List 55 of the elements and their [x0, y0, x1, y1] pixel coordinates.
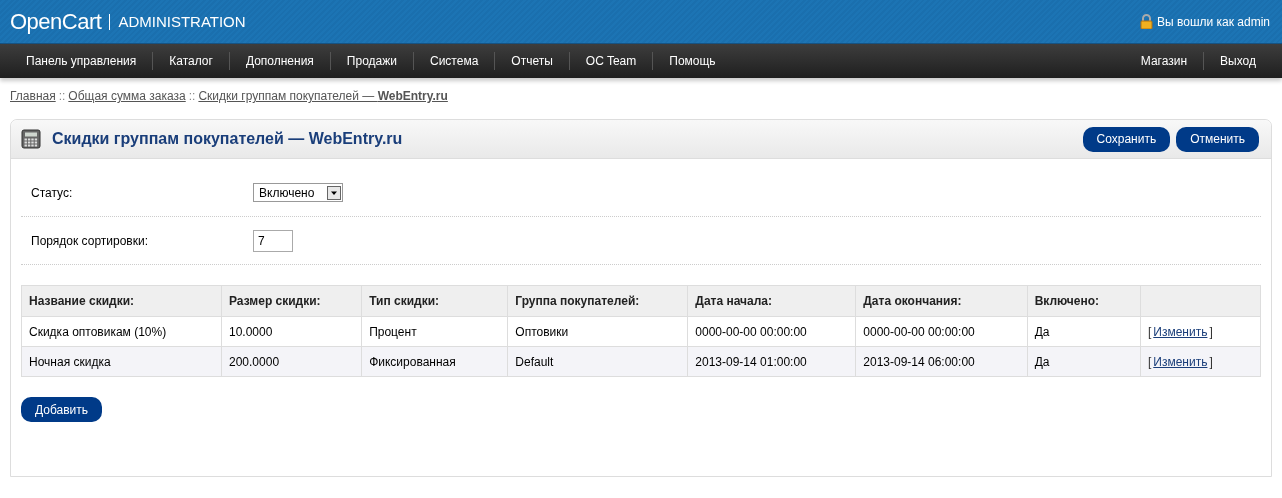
bracket: ]	[1209, 324, 1213, 339]
panel-title: Скидки группам покупателей — WebEntry.ru	[52, 130, 403, 148]
field-label: Порядок сортировки:	[31, 233, 150, 248]
logged-in-user: Вы вошли как admin	[1157, 14, 1270, 29]
table-cell: Оптовики	[507, 316, 688, 347]
column-header: Включено:	[1027, 285, 1141, 317]
column-header: Название скидки:	[21, 285, 222, 317]
edit-link[interactable]: Изменить	[1153, 324, 1208, 339]
column-header: Дата окончания:	[855, 285, 1028, 317]
save-button[interactable]: Сохранить	[1082, 126, 1171, 152]
field-label: Статус:	[31, 185, 74, 200]
menu-item[interactable]: Продажи	[329, 52, 413, 70]
menu-item[interactable]: Отчеты	[494, 52, 569, 70]
table-cell: Да	[1027, 316, 1141, 347]
padlock-icon	[1140, 14, 1153, 29]
menu-item[interactable]: Панель управления	[10, 52, 153, 70]
breadcrumb-separator: ::	[58, 89, 66, 105]
table-cell: 0000-00-00 00:00:00	[687, 316, 856, 347]
table-cell: Скидка оптовикам (10%)	[21, 316, 222, 347]
column-header: Группа покупателей:	[507, 285, 688, 317]
bracket: [	[1147, 354, 1152, 369]
column-header: Тип скидки:	[361, 285, 508, 317]
table-cell: Да	[1027, 346, 1141, 377]
sort-order-field[interactable]: 7	[253, 229, 293, 252]
table-cell: Ночная скидка	[21, 346, 222, 377]
table-cell: 0000-00-00 00:00:00	[855, 316, 1028, 347]
menu-item[interactable]: Выход	[1203, 52, 1272, 70]
menu-item[interactable]: Помощь	[652, 52, 732, 70]
bracket: ]	[1209, 354, 1213, 369]
status-select[interactable]: Включено	[253, 183, 343, 202]
breadcrumb-link[interactable]: Главная	[10, 89, 56, 106]
table-cell: 2013-09-14 01:00:00	[687, 346, 856, 377]
breadcrumb-link[interactable]: Общая сумма заказа	[68, 89, 186, 106]
breadcrumb-separator: ::	[188, 89, 196, 105]
menu-item[interactable]: OC Team	[568, 52, 653, 70]
table-cell: 2013-09-14 06:00:00	[855, 346, 1028, 377]
menu-item[interactable]: Магазин	[1124, 52, 1204, 70]
menu-item[interactable]: Каталог	[152, 52, 229, 70]
calculator-icon	[21, 129, 41, 149]
table-cell: Фиксированная	[361, 346, 508, 377]
bracket: [	[1147, 324, 1152, 339]
column-header: Размер скидки:	[221, 285, 362, 317]
breadcrumb-link[interactable]: Скидки группам покупателей — WebEntry.ru	[198, 89, 448, 106]
edit-link[interactable]: Изменить	[1153, 354, 1208, 369]
table-cell: 200.0000	[221, 346, 362, 377]
logo: OpenCart	[10, 8, 102, 35]
cancel-button[interactable]: Отменить	[1176, 126, 1259, 152]
table-cell: Процент	[361, 316, 508, 347]
menu-item[interactable]: Система	[413, 52, 495, 70]
menu-item[interactable]: Дополнения	[228, 52, 330, 70]
admin-subtitle: ADMINISTRATION	[118, 13, 246, 30]
table-cell: 10.0000	[221, 316, 362, 347]
column-header: Дата начала:	[687, 285, 856, 317]
add-button[interactable]: Добавить	[21, 397, 103, 422]
table-cell: Default	[507, 346, 688, 377]
